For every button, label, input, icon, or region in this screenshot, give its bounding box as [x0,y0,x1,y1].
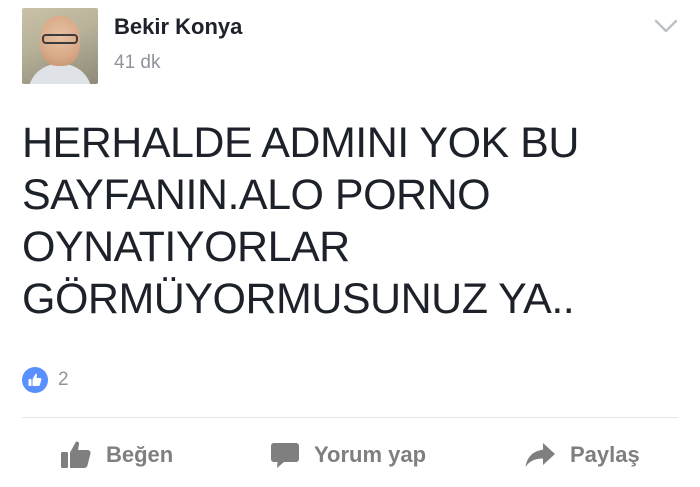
avatar-glasses [42,34,78,44]
like-button[interactable]: Beğen [60,437,173,473]
post-timestamp[interactable]: 41 dk [114,52,160,74]
reaction-summary[interactable]: 2 [22,366,69,394]
speech-bubble-icon [271,443,299,468]
share-button[interactable]: Paylaş [524,437,640,473]
post-text-line: HERHALDE ADMINI YOK BU [22,119,579,167]
share-button-label: Paylaş [570,442,640,467]
like-button-label: Beğen [106,442,174,467]
chevron-down-icon[interactable] [652,14,680,38]
avatar[interactable] [22,8,98,84]
reaction-count: 2 [58,369,69,390]
share-arrow-icon [525,443,555,467]
comment-button[interactable]: Yorum yap [270,437,426,473]
author-name[interactable]: Bekir Konya [114,14,242,40]
post-text-line: GÖRMÜYORMUSUNUZ YA.. [22,275,575,323]
post-text-line: SAYFANIN.ALO PORNO [22,171,491,219]
avatar-shirt [28,64,92,84]
like-reaction-icon [22,367,48,393]
thumbs-up-icon [61,441,91,468]
comment-button-label: Yorum yap [314,442,427,467]
post-text-line: OYNATIYORLAR [22,223,350,271]
facebook-post: Bekir Konya 41 dk HERHALDE ADMINI YOK BU… [0,0,700,487]
post-body: HERHALDE ADMINI YOK BU SAYFANIN.ALO PORN… [22,117,642,325]
divider [22,417,678,418]
